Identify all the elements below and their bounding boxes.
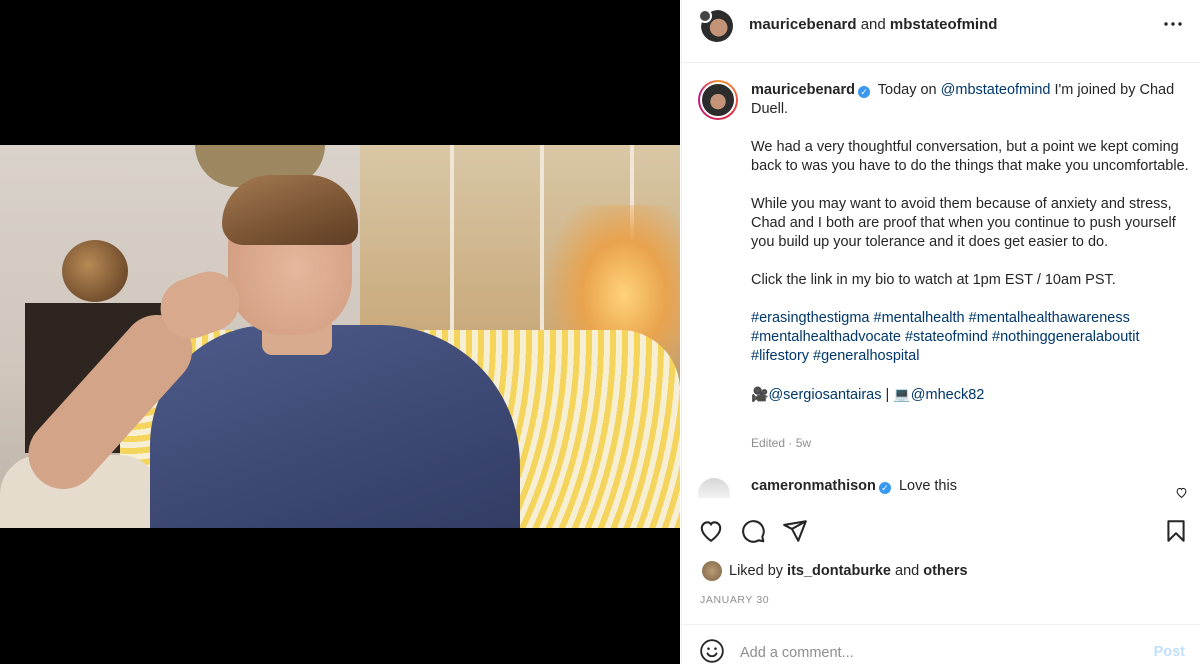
caption-text: Today on bbox=[877, 82, 937, 98]
caption-paragraph: Click the link in my bio to watch at 1pm… bbox=[751, 272, 1116, 288]
post-caption: mauricebenard ✓ Today on @mbstateofmind I… bbox=[751, 81, 1191, 405]
post-actions bbox=[698, 518, 1188, 546]
comment-input[interactable] bbox=[740, 643, 1140, 663]
comment-username[interactable]: cameronmathison bbox=[751, 478, 876, 494]
likes-prefix: Liked by bbox=[729, 563, 784, 579]
hashtag-links[interactable]: #erasingthestigma #mentalhealth #mentalh… bbox=[751, 309, 1191, 366]
caption-paragraph: While you may want to avoid them because… bbox=[751, 196, 1176, 250]
post-media[interactable] bbox=[0, 0, 680, 664]
comment-bubble-icon[interactable] bbox=[740, 518, 766, 544]
verified-badge-icon: ✓ bbox=[878, 482, 891, 494]
commenter-avatar[interactable] bbox=[698, 478, 730, 498]
post-date: JANUARY 30 bbox=[700, 594, 770, 606]
video-camera-icon: 🎥 bbox=[751, 386, 769, 402]
post-image[interactable] bbox=[0, 145, 680, 528]
authors-joiner: and bbox=[860, 16, 886, 33]
save-bookmark-icon[interactable] bbox=[1163, 518, 1189, 544]
post-header: mauricebenard and mbstateofmind bbox=[682, 0, 1200, 48]
header-divider bbox=[682, 62, 1200, 63]
liker-username[interactable]: its_dontaburke bbox=[787, 563, 891, 579]
mention-link[interactable]: @mheck82 bbox=[911, 387, 985, 403]
image-person-shirt bbox=[150, 325, 520, 528]
edited-timestamp: Edited · 5w bbox=[751, 436, 812, 450]
caption-paragraph: We had a very thoughtful conversation, b… bbox=[751, 139, 1189, 174]
comment-text: Love this bbox=[898, 478, 957, 494]
likes-summary: Liked by its_dontaburke and others bbox=[702, 561, 968, 581]
image-person-hair bbox=[222, 175, 358, 245]
author-username[interactable]: mauricebenard bbox=[749, 16, 857, 33]
coauthor-username[interactable]: mbstateofmind bbox=[890, 16, 998, 33]
likes-and: and bbox=[895, 563, 920, 579]
likes-others-link[interactable]: others bbox=[923, 563, 967, 579]
post-authors: mauricebenard and mbstateofmind bbox=[749, 16, 997, 33]
verified-badge-icon: ✓ bbox=[857, 86, 870, 98]
add-comment-bar: Post bbox=[682, 624, 1200, 664]
mention-link[interactable]: @sergiosantairas bbox=[768, 387, 881, 403]
like-heart-icon[interactable] bbox=[698, 518, 724, 544]
comment-like-icon[interactable] bbox=[1175, 486, 1188, 499]
caption-avatar[interactable] bbox=[698, 80, 738, 120]
credit-separator: | bbox=[885, 387, 890, 403]
image-pumpkin bbox=[62, 240, 128, 302]
caption-username[interactable]: mauricebenard bbox=[751, 82, 855, 98]
liker-avatar[interactable] bbox=[702, 561, 722, 581]
comment-item: cameronmathison ✓ Love this bbox=[751, 478, 957, 494]
emoji-picker-icon[interactable] bbox=[699, 638, 725, 664]
mention-link[interactable]: @mbstateofmind bbox=[941, 82, 1051, 98]
coauthor-avatar[interactable] bbox=[698, 9, 712, 23]
more-options-icon[interactable] bbox=[1161, 12, 1185, 42]
laptop-icon: 💻 bbox=[893, 386, 911, 402]
share-paper-plane-icon[interactable] bbox=[782, 518, 808, 544]
post-sidebar: mauricebenard and mbstateofmind mauriceb… bbox=[681, 0, 1200, 664]
post-comment-button[interactable]: Post bbox=[1154, 644, 1185, 660]
